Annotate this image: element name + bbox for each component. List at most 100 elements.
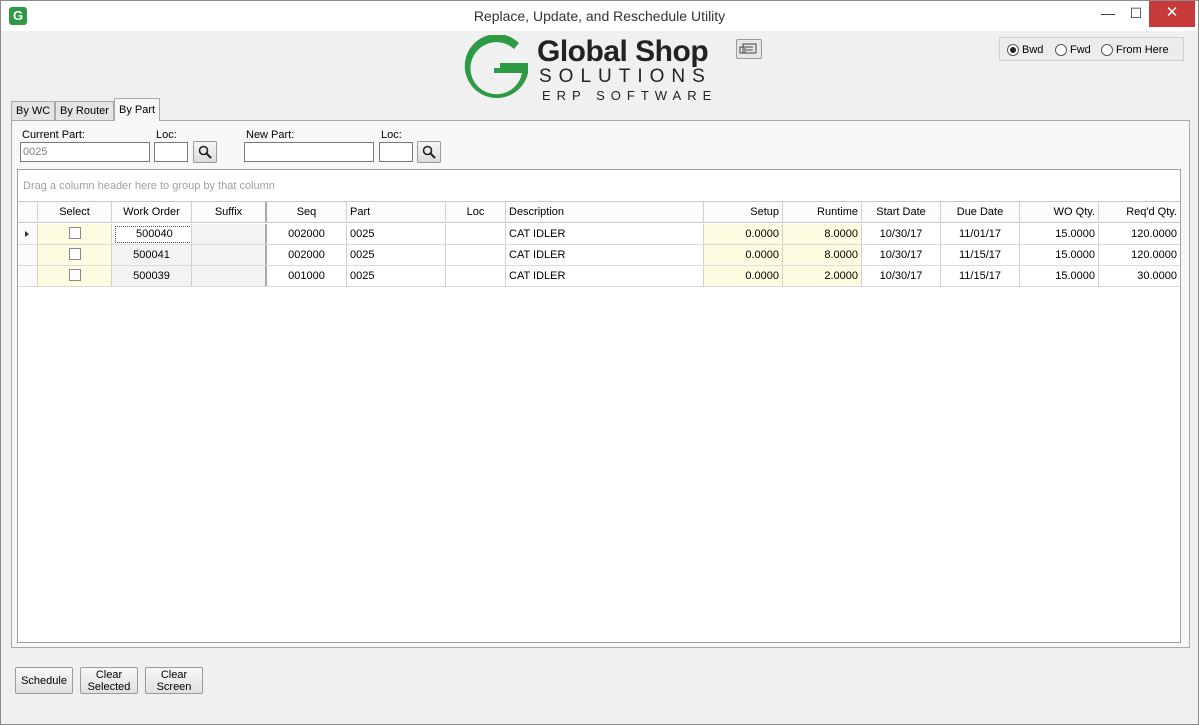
radio-label: Bwd: [1022, 44, 1044, 56]
work-order-cell[interactable]: 500039: [112, 266, 192, 286]
minimize-button[interactable]: —: [1091, 1, 1125, 27]
runtime-cell[interactable]: 2.0000: [783, 266, 862, 286]
suffix-cell[interactable]: [192, 245, 267, 265]
work-order-value: 500040: [115, 226, 191, 243]
clear-screen-button[interactable]: Clear Screen: [145, 667, 203, 694]
logo-text-line1: Global Shop: [537, 35, 709, 68]
due-date-cell[interactable]: 11/15/17: [941, 245, 1020, 265]
column-header-start-date[interactable]: Start Date: [862, 202, 941, 222]
suffix-cell[interactable]: [192, 224, 267, 244]
clear-selected-button[interactable]: Clear Selected: [80, 667, 138, 694]
setup-cell[interactable]: 0.0000: [704, 224, 783, 244]
column-header-description[interactable]: Description: [506, 202, 704, 222]
wo-qty-cell[interactable]: 15.0000: [1020, 224, 1099, 244]
title-bar: G Replace, Update, and Reschedule Utilit…: [1, 1, 1198, 31]
new-part-label: New Part:: [246, 129, 295, 141]
current-loc-label: Loc:: [156, 129, 177, 141]
tab-by-wc[interactable]: By WC: [11, 101, 56, 120]
column-header-wo-qty[interactable]: WO Qty.: [1020, 202, 1099, 222]
row-indicator: [18, 266, 38, 286]
table-row[interactable]: 500041 002000 0025 CAT IDLER 0.0000 8.00…: [18, 245, 1180, 266]
select-cell[interactable]: [38, 245, 112, 265]
new-loc-label: Loc:: [381, 129, 402, 141]
wo-qty-cell[interactable]: 15.0000: [1020, 266, 1099, 286]
current-part-label: Current Part:: [22, 129, 85, 141]
part-cell[interactable]: 0025: [347, 245, 446, 265]
feedback-button[interactable]: [736, 39, 762, 59]
runtime-cell[interactable]: 8.0000: [783, 224, 862, 244]
start-date-cell[interactable]: 10/30/17: [862, 266, 941, 286]
company-logo: Global Shop SOLUTIONS ERP SOFTWARE: [464, 35, 764, 105]
due-date-cell[interactable]: 11/15/17: [941, 266, 1020, 286]
description-cell[interactable]: CAT IDLER: [506, 224, 704, 244]
start-date-cell[interactable]: 10/30/17: [862, 224, 941, 244]
seq-cell[interactable]: 002000: [267, 245, 347, 265]
column-header-reqd-qty[interactable]: Req'd Qty.: [1099, 202, 1180, 222]
current-loc-input[interactable]: [154, 142, 188, 162]
current-part-input[interactable]: 0025: [20, 142, 150, 162]
start-date-cell[interactable]: 10/30/17: [862, 245, 941, 265]
row-checkbox[interactable]: [68, 226, 81, 239]
group-by-area[interactable]: Drag a column header here to group by th…: [18, 170, 1180, 202]
from-here-radio[interactable]: From Here: [1101, 43, 1169, 57]
runtime-cell[interactable]: 8.0000: [783, 245, 862, 265]
window-title: Replace, Update, and Reschedule Utility: [473, 8, 726, 24]
column-header-setup[interactable]: Setup: [704, 202, 783, 222]
new-loc-input[interactable]: [379, 142, 413, 162]
setup-cell[interactable]: 0.0000: [704, 266, 783, 286]
close-button[interactable]: ✕: [1149, 1, 1195, 27]
work-order-cell[interactable]: 500040: [112, 224, 192, 244]
new-part-search-button[interactable]: [417, 141, 441, 163]
column-header-work-order[interactable]: Work Order: [112, 202, 192, 222]
reqd-qty-cell[interactable]: 30.0000: [1099, 266, 1180, 286]
radio-label: From Here: [1116, 44, 1169, 56]
maximize-button[interactable]: ☐: [1125, 1, 1147, 27]
tab-by-part[interactable]: By Part: [114, 98, 161, 121]
column-header-loc[interactable]: Loc: [446, 202, 506, 222]
setup-cell[interactable]: 0.0000: [704, 245, 783, 265]
schedule-button[interactable]: Schedule: [15, 667, 73, 694]
column-header-due-date[interactable]: Due Date: [941, 202, 1020, 222]
column-header-runtime[interactable]: Runtime: [783, 202, 862, 222]
search-icon: [422, 145, 436, 159]
description-cell[interactable]: CAT IDLER: [506, 266, 704, 286]
new-part-input[interactable]: [244, 142, 374, 162]
reqd-qty-cell[interactable]: 120.0000: [1099, 224, 1180, 244]
select-cell[interactable]: [38, 224, 112, 244]
table-row[interactable]: 500039 001000 0025 CAT IDLER 0.0000 2.00…: [18, 266, 1180, 287]
column-header-seq[interactable]: Seq: [267, 202, 347, 222]
row-indicator: [18, 245, 38, 265]
row-indicator-header: [18, 202, 38, 222]
bwd-radio[interactable]: Bwd: [1007, 43, 1043, 57]
work-order-cell[interactable]: 500041: [112, 245, 192, 265]
column-header-select[interactable]: Select: [38, 202, 112, 222]
grid-header-row: Select Work Order Suffix Seq Part Loc De…: [18, 202, 1180, 223]
radio-unselected-icon: [1055, 44, 1067, 56]
due-date-cell[interactable]: 11/01/17: [941, 224, 1020, 244]
logo-text-line3: ERP SOFTWARE: [542, 88, 718, 103]
search-icon: [198, 145, 212, 159]
description-cell[interactable]: CAT IDLER: [506, 245, 704, 265]
wo-qty-cell[interactable]: 15.0000: [1020, 245, 1099, 265]
select-cell[interactable]: [38, 266, 112, 286]
schedule-direction-group: Bwd Fwd From Here: [999, 37, 1184, 61]
loc-cell[interactable]: [446, 266, 506, 286]
radio-label: Fwd: [1070, 44, 1091, 56]
row-checkbox[interactable]: [68, 247, 81, 260]
loc-cell[interactable]: [446, 224, 506, 244]
current-part-search-button[interactable]: [193, 141, 217, 163]
suffix-cell[interactable]: [192, 266, 267, 286]
seq-cell[interactable]: 002000: [267, 224, 347, 244]
column-header-suffix[interactable]: Suffix: [192, 202, 267, 222]
column-header-part[interactable]: Part: [347, 202, 446, 222]
fwd-radio[interactable]: Fwd: [1055, 43, 1091, 57]
work-order-grid: Drag a column header here to group by th…: [17, 169, 1181, 643]
part-cell[interactable]: 0025: [347, 224, 446, 244]
reqd-qty-cell[interactable]: 120.0000: [1099, 245, 1180, 265]
part-cell[interactable]: 0025: [347, 266, 446, 286]
table-row[interactable]: 500040 002000 0025 CAT IDLER 0.0000 8.00…: [18, 224, 1180, 245]
seq-cell[interactable]: 001000: [267, 266, 347, 286]
row-checkbox[interactable]: [68, 268, 81, 281]
tab-by-router[interactable]: By Router: [55, 101, 114, 120]
loc-cell[interactable]: [446, 245, 506, 265]
